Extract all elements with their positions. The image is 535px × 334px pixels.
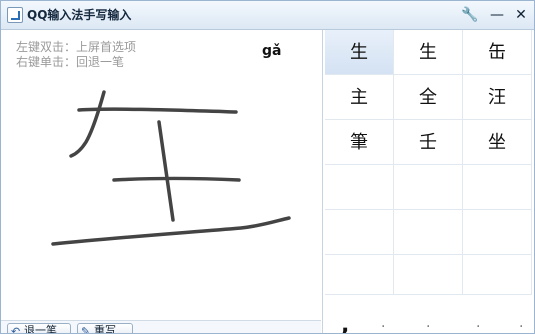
- empty-cell: [325, 255, 394, 295]
- handwriting-canvas[interactable]: 左键双击：上屏首选项 右键单击：回退一笔 gǎ: [1, 30, 321, 320]
- punct-dot: ·: [476, 319, 481, 334]
- pinyin-reading: gǎ: [262, 43, 282, 59]
- settings-icon[interactable]: 🔧: [461, 6, 479, 24]
- empty-cell: [463, 165, 532, 210]
- window-title: QQ输入法手写输入: [27, 8, 132, 22]
- rewrite-button[interactable]: ✎ 重写: [77, 323, 133, 334]
- candidate-8[interactable]: 壬: [394, 120, 463, 165]
- undo-icon: ↶: [11, 325, 21, 334]
- punct-dot: ·: [519, 319, 524, 334]
- stroke-1: [69, 90, 106, 158]
- punct-dot: ·: [426, 319, 431, 334]
- candidate-7[interactable]: 筆: [325, 120, 394, 165]
- close-button[interactable]: ✕: [512, 6, 530, 24]
- ink-strokes: [51, 90, 291, 246]
- pane-divider: [322, 30, 323, 333]
- empty-cell: [394, 210, 463, 255]
- undo-label: 退一笔: [24, 324, 57, 334]
- pencil-icon: ✎: [81, 325, 91, 334]
- handwriting-window: QQ输入法手写输入 🔧 — ✕ 左键双击：上屏首选项 右键单击：回退一笔 gǎ …: [0, 0, 535, 334]
- punctuation-key[interactable]: ,: [341, 313, 349, 333]
- empty-cell: [463, 255, 532, 295]
- app-icon: [7, 7, 23, 23]
- candidate-2[interactable]: 生: [394, 30, 463, 75]
- empty-cell: [394, 255, 463, 295]
- candidate-9[interactable]: 坐: [463, 120, 532, 165]
- empty-cell: [325, 210, 394, 255]
- candidate-6[interactable]: 汪: [463, 75, 532, 120]
- empty-cell: [325, 165, 394, 210]
- candidate-5[interactable]: 全: [394, 75, 463, 120]
- stroke-3: [157, 120, 175, 222]
- stroke-2: [77, 107, 238, 114]
- candidate-1[interactable]: 生: [325, 30, 394, 75]
- stroke-5: [51, 216, 291, 246]
- candidate-grid: 生 生 缶 主 全 汪 筆 壬 坐: [325, 30, 534, 300]
- punct-dot: ·: [381, 319, 386, 334]
- undo-stroke-button[interactable]: ↶ 退一笔: [7, 323, 71, 334]
- rewrite-label: 重写: [94, 324, 116, 334]
- stroke-4: [112, 176, 241, 182]
- candidate-3[interactable]: 缶: [463, 30, 532, 75]
- minimize-button[interactable]: —: [488, 6, 506, 24]
- candidate-4[interactable]: 主: [325, 75, 394, 120]
- empty-cell: [394, 165, 463, 210]
- empty-cell: [463, 210, 532, 255]
- title-bar[interactable]: QQ输入法手写输入 🔧 — ✕: [1, 1, 534, 30]
